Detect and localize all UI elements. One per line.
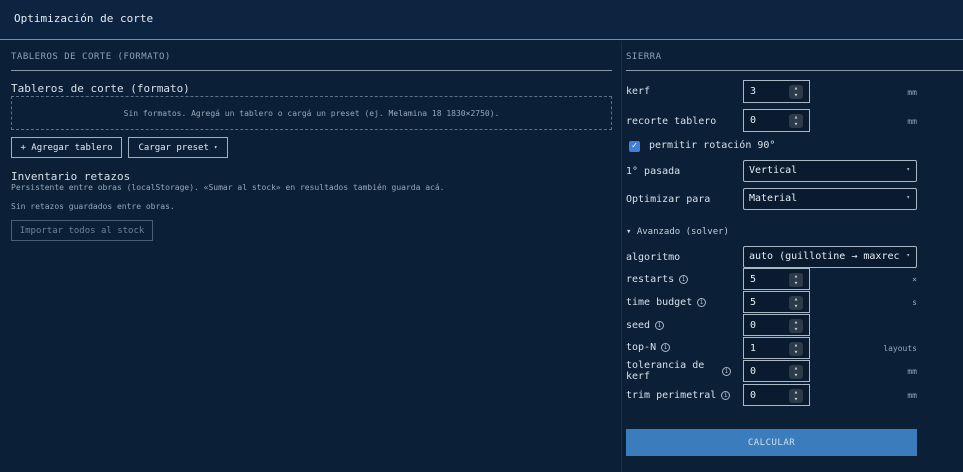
trim-perimeter-unit: mm [907,391,917,400]
info-icon[interactable]: i [721,391,731,400]
top-n-label-text: top-N [626,342,657,353]
stepper-icon[interactable]: ▴ ▾ [789,85,803,99]
trim-label: recorte tablero [626,116,717,127]
rotation-label[interactable]: permitir rotación 90° [649,140,775,151]
first-pass-value: Vertical [749,165,798,176]
import-all-button[interactable]: Importar todos al stock [11,220,153,241]
restarts-input[interactable]: 5 ▴ ▾ [743,268,810,290]
algorithm-label: algoritmo [626,252,681,263]
trim-perimeter-input[interactable]: 0 ▴ ▾ [743,384,810,406]
inventory-note: Persistente entre obras (localStorage). … [11,183,445,192]
kerf-tolerance-label: tolerancia de kerf [626,360,704,382]
inventory-title: Inventario retazos [11,170,131,183]
saw-panel: SIERRA kerf 3 ▴ ▾ mm recorte tablero 0 ▴ ▾… [622,41,963,472]
trim-input[interactable]: 0 ▴ ▾ [743,109,810,132]
stepper-icon[interactable]: ▴ ▾ [789,114,803,128]
seed-label-text: seed [626,320,651,331]
optimize-for-select[interactable]: Material ▾ [743,188,917,210]
time-budget-label-text: time budget [626,297,693,308]
trim-perimeter-value: 0 [750,390,757,401]
trim-perimeter-label: trim perimetral i [626,390,731,401]
restarts-unit: × [912,275,917,284]
add-board-button[interactable]: + Agregar tablero [11,137,122,158]
inventory-empty-text: Sin retazos guardados entre obras. [11,202,175,211]
time-budget-input[interactable]: 5 ▴ ▾ [743,291,810,313]
chevron-down-icon: ▾ [906,166,910,173]
advanced-toggle[interactable]: ▾ Avanzado (solver) [626,227,729,237]
saw-section-title: SIERRA [626,52,662,62]
kerf-tolerance-input[interactable]: 0 ▴ ▾ [743,360,810,382]
time-budget-unit: s [912,298,917,307]
kerf-tolerance-label-line2: kerf [626,371,651,382]
top-n-label: top-N i [626,342,671,353]
kerf-tolerance-value: 0 [750,366,757,377]
info-icon[interactable]: i [655,321,665,330]
time-budget-value: 5 [750,297,757,308]
seed-input[interactable]: 0 ▴ ▾ [743,314,810,336]
algorithm-value: auto (guillotine → maxrec… [749,251,899,262]
algorithm-select[interactable]: auto (guillotine → maxrec… ▾ [743,246,917,268]
boards-empty-text: Sin formatos. Agregá un tablero o cargá … [123,108,500,118]
trim-value: 0 [750,115,757,126]
load-preset-button[interactable]: Cargar preset ▾ [128,137,228,158]
info-icon[interactable]: i [661,343,671,352]
first-pass-label: 1° pasada [626,166,681,177]
section-divider [626,70,963,71]
time-budget-label: time budget i [626,297,707,308]
stepper-icon[interactable]: ▴ ▾ [789,389,803,403]
load-preset-label: Cargar preset [138,142,209,153]
restarts-label: restarts i [626,274,689,285]
boards-panel: TABLEROS DE CORTE (FORMATO) Tableros de … [0,41,622,472]
top-n-unit: layouts [883,344,917,353]
kerf-tolerance-label-line1: tolerancia de [626,360,705,371]
chevron-down-icon: ▾ [213,144,218,151]
optimize-for-value: Material [749,193,798,204]
rotation-checkbox[interactable]: ✓ [629,141,640,152]
kerf-label: kerf [626,86,651,97]
kerf-tolerance-unit: mm [907,367,917,376]
first-pass-select[interactable]: Vertical ▾ [743,160,917,182]
kerf-value: 3 [750,86,757,97]
kerf-input[interactable]: 3 ▴ ▾ [743,80,810,103]
stepper-icon[interactable]: ▴ ▾ [789,365,803,379]
boards-empty-dropzone: Sin formatos. Agregá un tablero o cargá … [11,96,612,130]
trim-unit: mm [907,117,917,126]
trim-perimeter-label-text: trim perimetral [626,390,717,401]
info-icon[interactable]: i [722,367,731,376]
title-bar: Optimización de corte [0,0,963,40]
boards-section-title: TABLEROS DE CORTE (FORMATO) [11,52,171,62]
top-n-input[interactable]: 1 ▴ ▾ [743,337,810,359]
info-icon[interactable]: i [697,298,707,307]
info-icon[interactable]: i [679,275,689,284]
stepper-icon[interactable]: ▴ ▾ [789,273,803,287]
seed-value: 0 [750,320,757,331]
stepper-icon[interactable]: ▴ ▾ [789,296,803,310]
chevron-down-icon: ▾ [906,252,910,259]
restarts-value: 5 [750,274,757,285]
stepper-icon[interactable]: ▴ ▾ [789,342,803,356]
top-n-value: 1 [750,343,757,354]
kerf-unit: mm [907,88,917,97]
calculate-button[interactable]: CALCULAR [626,429,917,456]
stepper-icon[interactable]: ▴ ▾ [789,319,803,333]
window-title: Optimización de corte [14,12,154,25]
chevron-down-icon: ▾ [906,194,910,201]
section-divider [11,70,612,71]
optimize-for-label: Optimizar para [626,194,711,205]
boards-title: Tableros de corte (formato) [11,82,190,95]
restarts-label-text: restarts [626,274,675,285]
seed-label: seed i [626,320,665,331]
